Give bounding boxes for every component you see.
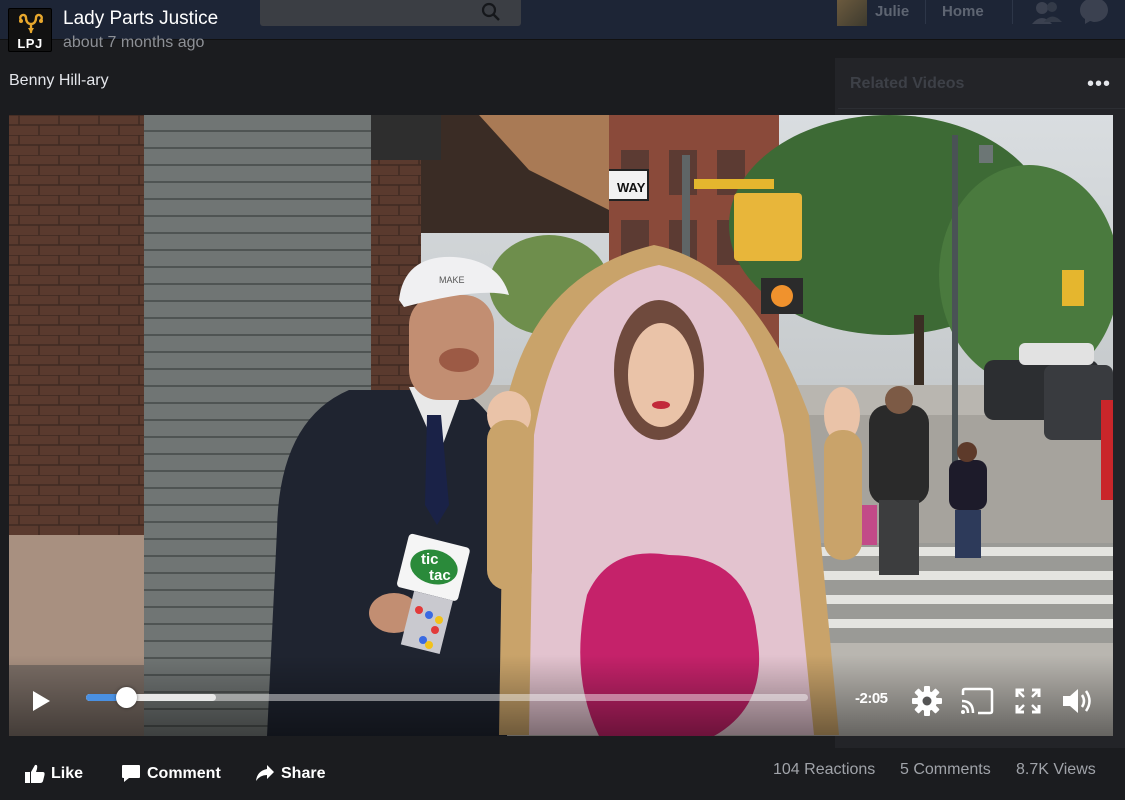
views-count: 8.7K Views — [1016, 761, 1096, 778]
search-icon — [481, 2, 500, 21]
share-button[interactable]: Share — [255, 764, 325, 783]
like-button[interactable]: Like — [25, 764, 83, 783]
video-frame: WAY MAKE tic tac — [9, 115, 1113, 736]
volume-icon[interactable] — [1061, 686, 1095, 716]
background-home-link: Home — [942, 3, 984, 20]
candy-brand-top: tic — [421, 551, 439, 568]
progress-bar[interactable] — [86, 687, 808, 708]
share-arrow-icon — [256, 765, 274, 781]
candy-brand-bottom: tac — [429, 567, 451, 584]
page-logo[interactable]: LPJ — [8, 8, 52, 52]
comments-count[interactable]: 5 Comments — [900, 761, 991, 779]
friends-icon — [1032, 2, 1062, 24]
share-label: Share — [281, 764, 326, 782]
related-videos-title: Related Videos — [850, 75, 965, 92]
page-name-link[interactable]: Lady Parts Justice — [63, 8, 218, 30]
comment-button[interactable]: Comment — [121, 764, 221, 783]
thumbs-up-icon — [25, 764, 45, 783]
play-icon[interactable] — [31, 690, 51, 712]
reactions-count[interactable]: 104 Reactions — [773, 761, 875, 779]
post-caption: Benny Hill-ary — [9, 72, 109, 89]
background-avatar — [837, 0, 867, 26]
comment-bubble-icon — [122, 765, 140, 782]
video-player[interactable]: WAY MAKE tic tac -2:05 — [9, 115, 1113, 736]
one-way-sign-text: WAY — [617, 180, 646, 195]
cast-icon[interactable] — [960, 687, 994, 715]
progress-scrubber[interactable] — [115, 687, 137, 708]
messenger-icon — [1080, 0, 1108, 24]
more-options-button[interactable]: ••• — [1087, 74, 1111, 94]
logo-text: LPJ — [17, 36, 43, 51]
background-search-bar — [260, 0, 521, 26]
like-label: Like — [51, 764, 84, 782]
post-timestamp[interactable]: about 7 months ago — [63, 34, 204, 52]
uterus-logo-icon — [19, 13, 43, 34]
background-divider — [925, 0, 926, 24]
time-remaining: -2:05 — [855, 690, 888, 707]
fullscreen-icon[interactable] — [1014, 687, 1042, 715]
hat-text: MAKE — [439, 275, 465, 285]
comment-label: Comment — [147, 764, 221, 782]
background-user-name: Julie — [875, 3, 910, 20]
background-divider — [1012, 0, 1013, 24]
related-divider — [838, 108, 1125, 109]
gear-icon[interactable] — [911, 685, 943, 717]
